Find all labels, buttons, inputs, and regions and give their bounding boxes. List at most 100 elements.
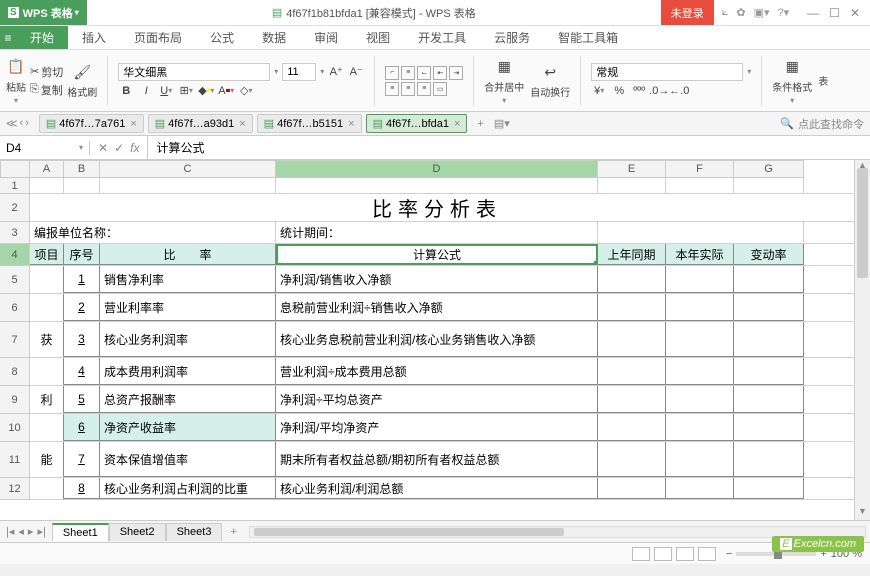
minimize-button[interactable]: — [807, 6, 819, 20]
wrap-text-button[interactable]: ↩ 自动换行 [530, 62, 570, 99]
view-break-button[interactable] [676, 547, 694, 561]
seq-cell[interactable]: 5 [64, 386, 100, 413]
help-icon[interactable]: ?▾ [778, 6, 790, 19]
cell[interactable] [598, 414, 666, 441]
tab-toolbox[interactable]: 智能工具箱 [544, 26, 632, 49]
cell[interactable] [734, 442, 804, 477]
cell[interactable] [598, 386, 666, 413]
cell[interactable] [30, 194, 276, 221]
comma-button[interactable]: ººº [631, 83, 647, 99]
row-header[interactable]: 1 [0, 178, 30, 194]
header-cell[interactable]: 上年同期 [598, 244, 666, 265]
column-header[interactable]: F [666, 160, 734, 178]
sheet-title[interactable]: 比率分析表 [276, 194, 598, 221]
cell[interactable] [598, 358, 666, 385]
row-header[interactable]: 8 [0, 358, 30, 386]
cell[interactable] [734, 266, 804, 293]
doc-nav-prev[interactable]: ‹ [20, 117, 24, 130]
cell[interactable] [598, 222, 804, 243]
column-header[interactable]: C [100, 160, 276, 178]
formula-cell[interactable]: 营业利润÷成本费用总额 [276, 358, 598, 385]
font-color-button[interactable]: A▾ [218, 83, 234, 99]
formula-cell[interactable]: 核心业务息税前营业利润/核心业务销售收入净额 [276, 322, 598, 357]
align-left-button[interactable]: ≡ [385, 82, 399, 96]
sheet-tab[interactable]: Sheet2 [109, 523, 166, 541]
cell[interactable] [734, 386, 804, 413]
ratio-cell[interactable]: 核心业务利润占利润的比重 [100, 478, 276, 499]
active-cell[interactable]: 计算公式 [276, 244, 598, 265]
close-icon[interactable]: × [239, 118, 245, 130]
ratio-cell[interactable]: 总资产报酬率 [100, 386, 276, 413]
tab-layout[interactable]: 页面布局 [120, 26, 196, 49]
border-button[interactable]: ⊞▾ [178, 83, 194, 99]
tab-data[interactable]: 数据 [248, 26, 300, 49]
cond-format-button[interactable]: ▦ 条件格式▾ [772, 57, 812, 105]
merge-center-button[interactable]: ▦ 合并居中▾ [484, 57, 524, 105]
seq-cell[interactable]: 1 [64, 266, 100, 293]
align-middle-button[interactable]: ≡ [401, 66, 415, 80]
add-sheet-button[interactable]: + [222, 526, 244, 538]
cell[interactable] [598, 478, 666, 499]
cut-button[interactable]: ✂剪切 [30, 64, 63, 80]
sheet-tab[interactable]: Sheet3 [166, 523, 223, 541]
cell[interactable] [64, 178, 100, 193]
cell[interactable] [666, 322, 734, 357]
header-cell[interactable]: 变动率 [734, 244, 804, 265]
tab-home[interactable]: 开始 [16, 26, 68, 49]
decrease-decimal-button[interactable]: ←.0 [671, 83, 687, 99]
sheet-first-button[interactable]: |◂ [6, 525, 14, 538]
bold-button[interactable]: B [118, 83, 134, 99]
zoom-out-button[interactable]: − [726, 548, 732, 560]
formula-cell[interactable]: 净利润/平均净资产 [276, 414, 598, 441]
cancel-icon[interactable]: ✕ [98, 141, 108, 155]
seq-cell[interactable]: 7 [64, 442, 100, 477]
cell[interactable] [666, 358, 734, 385]
tab-insert[interactable]: 插入 [68, 26, 120, 49]
doc-nav-first[interactable]: ≪ [6, 117, 18, 130]
section-cell[interactable] [30, 358, 64, 385]
tab-formula[interactable]: 公式 [196, 26, 248, 49]
close-icon[interactable]: × [348, 118, 354, 130]
percent-button[interactable]: % [611, 83, 627, 99]
cell[interactable] [666, 266, 734, 293]
copy-button[interactable]: ⎘复制 [30, 82, 63, 98]
column-header[interactable]: G [734, 160, 804, 178]
table-style-button[interactable]: 表 [818, 73, 828, 88]
merge-split-button[interactable]: ▭ [433, 82, 447, 96]
row-header[interactable]: 2 [0, 194, 30, 222]
currency-button[interactable]: ¥▾ [591, 83, 607, 99]
align-center-button[interactable]: ≡ [401, 82, 415, 96]
cell[interactable] [100, 178, 276, 193]
increase-decimal-button[interactable]: .0→ [651, 83, 667, 99]
row-header[interactable]: 3 [0, 222, 30, 244]
increase-font-button[interactable]: A⁺ [328, 64, 344, 80]
formula-cell[interactable]: 期末所有者权益总额/期初所有者权益总额 [276, 442, 598, 477]
row-header[interactable]: 11 [0, 442, 30, 478]
settings-icon[interactable]: ✿ [736, 6, 745, 19]
section-cell[interactable] [30, 266, 64, 293]
cell[interactable] [666, 386, 734, 413]
section-cell[interactable] [30, 414, 64, 441]
ratio-cell[interactable]: 销售净利率 [100, 266, 276, 293]
cell[interactable] [666, 178, 734, 193]
header-cell[interactable]: 项目 [30, 244, 64, 265]
section-cell[interactable]: 利 [30, 386, 64, 413]
cell[interactable] [734, 478, 804, 499]
indent-right-button[interactable]: ⇥ [449, 66, 463, 80]
tab-view[interactable]: 视图 [352, 26, 404, 49]
indent-left-button[interactable]: ⇤ [433, 66, 447, 80]
section-cell[interactable]: 获 [30, 322, 64, 357]
new-doc-button[interactable]: + [471, 118, 489, 130]
close-icon[interactable]: × [454, 118, 460, 130]
cell[interactable] [734, 294, 804, 321]
view-reader-button[interactable] [698, 547, 716, 561]
header-cell[interactable]: 比 率 [100, 244, 276, 265]
tab-dev[interactable]: 开发工具 [404, 26, 480, 49]
ratio-cell[interactable]: 营业利率率 [100, 294, 276, 321]
ratio-cell[interactable]: 成本费用利润率 [100, 358, 276, 385]
scroll-thumb[interactable] [857, 168, 868, 278]
decrease-font-button[interactable]: A⁻ [348, 64, 364, 80]
row-header[interactable]: 10 [0, 414, 30, 442]
font-select[interactable] [118, 63, 270, 81]
seq-cell[interactable]: 8 [64, 478, 100, 499]
